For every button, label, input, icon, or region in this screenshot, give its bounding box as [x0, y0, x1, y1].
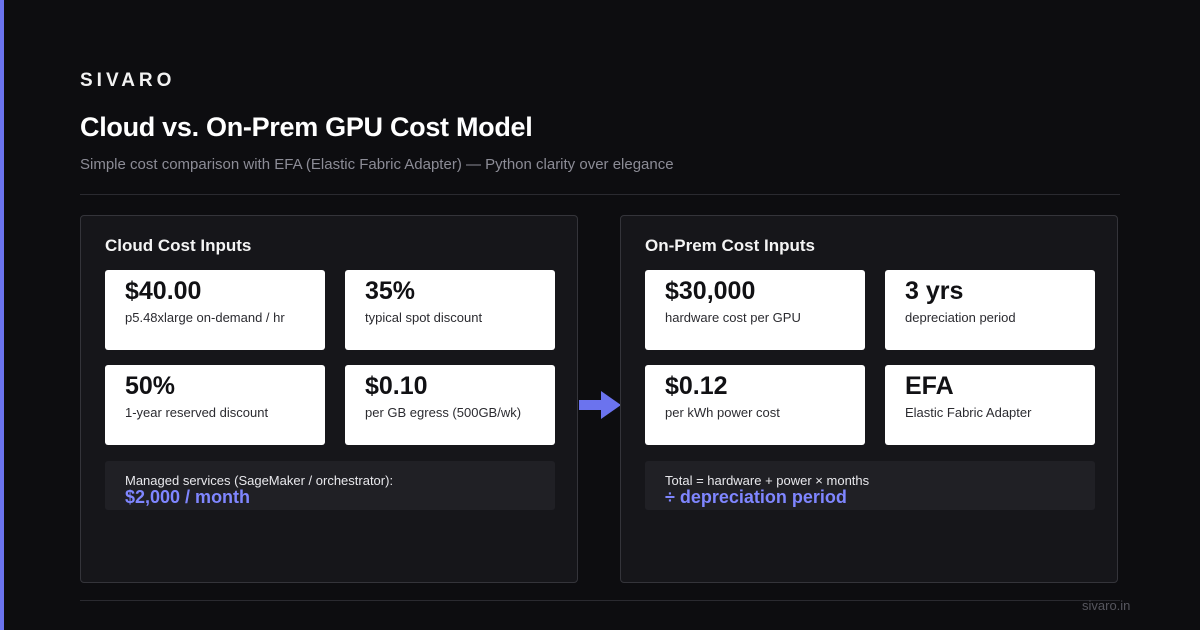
card-label: p5.48xlarge on-demand / hr	[125, 310, 285, 325]
onprem-hardware-card: $30,000 hardware cost per GPU	[645, 270, 865, 350]
card-label: typical spot discount	[365, 310, 483, 325]
onprem-depreciation-card: 3 yrs depreciation period	[885, 270, 1095, 350]
note-text: Managed services (SageMaker / orchestrat…	[125, 473, 394, 488]
card-value: EFA	[905, 372, 954, 400]
onprem-total-formula-note: Total = hardware + power × months ÷ depr…	[645, 461, 1095, 510]
cloud-managed-services-note: Managed services (SageMaker / orchestrat…	[105, 461, 555, 510]
header-divider	[80, 194, 1120, 195]
page-subtitle: Simple cost comparison with EFA (Elastic…	[80, 156, 674, 173]
cloud-egress-card: $0.10 per GB egress (500GB/wk)	[345, 365, 555, 445]
card-label: 1-year reserved discount	[125, 405, 269, 420]
onprem-panel-title: On-Prem Cost Inputs	[645, 236, 816, 255]
footer-divider	[80, 600, 1120, 601]
card-value: $0.12	[665, 372, 728, 400]
card-value: $30,000	[665, 277, 756, 305]
onprem-power-card: $0.12 per kWh power cost	[645, 365, 865, 445]
card-label: Elastic Fabric Adapter	[905, 405, 1032, 420]
card-value: $40.00	[125, 277, 202, 305]
arrow-right-icon	[579, 391, 621, 419]
cloud-cost-panel: Cloud Cost Inputs $40.00 p5.48xlarge on-…	[80, 215, 578, 583]
note-value: ÷ depreciation period	[665, 487, 847, 507]
page-title: Cloud vs. On-Prem GPU Cost Model	[80, 112, 533, 142]
card-value: 3 yrs	[905, 277, 964, 305]
onprem-efa-card: EFA Elastic Fabric Adapter	[885, 365, 1095, 445]
footer-url: sivaro.in	[1082, 598, 1131, 613]
card-label: per GB egress (500GB/wk)	[365, 405, 522, 420]
note-value: $2,000 / month	[125, 487, 251, 507]
card-label: hardware cost per GPU	[665, 310, 801, 325]
card-label: depreciation period	[905, 310, 1016, 325]
card-label: per kWh power cost	[665, 405, 780, 420]
onprem-cost-panel: On-Prem Cost Inputs $30,000 hardware cos…	[620, 215, 1118, 583]
cloud-spot-discount-card: 35% typical spot discount	[345, 270, 555, 350]
cloud-on-demand-card: $40.00 p5.48xlarge on-demand / hr	[105, 270, 325, 350]
note-text: Total = hardware + power × months	[665, 473, 870, 488]
brand-logo: SIVARO	[80, 70, 176, 91]
cloud-reserved-discount-card: 50% 1-year reserved discount	[105, 365, 325, 445]
accent-bar	[0, 0, 4, 630]
card-value: 50%	[125, 372, 176, 400]
card-value: 35%	[365, 277, 416, 305]
card-value: $0.10	[365, 372, 428, 400]
cloud-panel-title: Cloud Cost Inputs	[105, 236, 252, 255]
